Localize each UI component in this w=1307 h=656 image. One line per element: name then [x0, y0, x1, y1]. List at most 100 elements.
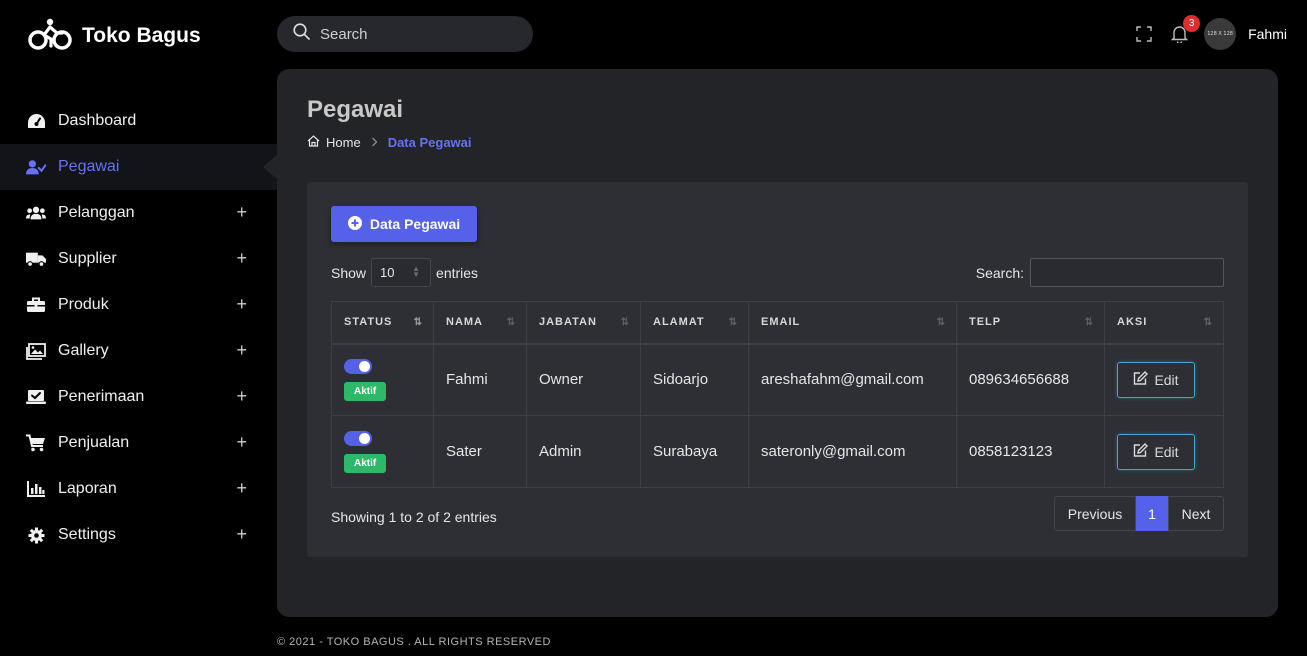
user-name[interactable]: Fahmi [1248, 26, 1287, 42]
sidebar-item-label: Settings [58, 526, 116, 543]
user-check-icon [26, 157, 46, 177]
gear-icon [26, 525, 46, 545]
fullscreen-icon[interactable] [1133, 23, 1155, 45]
sidebar-item-gallery[interactable]: Gallery + [0, 328, 277, 374]
alamat-cell: Sidoarjo [640, 343, 749, 416]
column-header-email[interactable]: EMAIL ⇅ [748, 301, 957, 345]
briefcase-icon [26, 295, 46, 315]
sidebar-item-supplier[interactable]: Supplier + [0, 236, 277, 282]
edit-button[interactable]: Edit [1117, 433, 1195, 470]
sort-icon: ⇅ [936, 317, 946, 328]
expand-icon[interactable]: + [236, 386, 247, 406]
brand[interactable]: Toko Bagus [28, 16, 201, 56]
sort-icon: ⇅ [506, 317, 516, 328]
edit-button-label: Edit [1154, 443, 1179, 460]
sidebar-item-label: Supplier [58, 250, 117, 267]
column-header-nama[interactable]: NAMA ⇅ [433, 301, 527, 345]
previous-button[interactable]: Previous [1054, 496, 1136, 531]
add-pegawai-button[interactable]: Data Pegawai [331, 206, 477, 242]
telp-cell: 089634656688 [956, 343, 1105, 416]
search-icon [293, 23, 310, 45]
chevron-right-icon [371, 136, 378, 150]
search-bar[interactable] [277, 16, 533, 52]
sidebar-item-settings[interactable]: Settings + [0, 512, 277, 558]
table-search-label: Search: [975, 264, 1024, 281]
expand-icon[interactable]: + [236, 478, 247, 498]
expand-icon[interactable]: + [236, 202, 247, 222]
jabatan-cell: Owner [526, 343, 641, 416]
edit-icon [1133, 443, 1149, 460]
sidebar-item-dashboard[interactable]: Dashboard [0, 98, 277, 144]
column-header-telp[interactable]: TELP ⇅ [956, 301, 1105, 345]
laptop-check-icon [26, 387, 46, 407]
status-badge: Aktif [344, 453, 387, 473]
status-toggle[interactable] [344, 430, 372, 446]
page-length-select[interactable]: 10 ▲ ▼ [371, 258, 432, 287]
add-button-label: Data Pegawai [369, 216, 461, 232]
sidebar-item-label: Dashboard [58, 112, 137, 129]
sidebar-item-label: Penerimaan [58, 388, 145, 405]
sidebar-item-penerimaan[interactable]: Penerimaan + [0, 374, 277, 420]
table-search: Search: [976, 258, 1224, 287]
speedometer-icon [26, 111, 46, 131]
telp-cell: 0858123123 [956, 415, 1105, 488]
pagination: Previous 1 Next [1054, 496, 1224, 531]
edit-button-label: Edit [1154, 371, 1179, 388]
sidebar-item-produk[interactable]: Produk + [0, 282, 277, 328]
expand-icon[interactable]: + [236, 340, 247, 360]
table-search-input[interactable] [1030, 258, 1224, 287]
sort-icon: ⇅ [620, 317, 630, 328]
aksi-cell: Edit [1104, 415, 1224, 488]
pegawai-table: STATUS ⇅ NAMA ⇅ JABATAN ⇅ ALAMAT ⇅ EMAIL ⇅ TE… [331, 301, 1224, 488]
expand-icon[interactable]: + [236, 248, 247, 268]
sidebar-item-pelanggan[interactable]: Pelanggan + [0, 190, 277, 236]
users-icon [26, 203, 46, 223]
show-label: Show [331, 264, 367, 281]
sidebar-item-penjualan[interactable]: Penjualan + [0, 420, 277, 466]
edit-button[interactable]: Edit [1117, 361, 1195, 398]
sidebar-item-label: Penjualan [58, 434, 130, 451]
page-title: Pegawai [307, 96, 404, 123]
expand-icon[interactable]: + [236, 524, 247, 544]
table-row: Aktif Sater Admin Surabaya sateronly@gma… [331, 415, 1224, 488]
email-cell: areshafahm@gmail.com [748, 343, 957, 416]
table-info: Showing 1 to 2 of 2 entries [331, 509, 497, 525]
next-button[interactable]: Next [1168, 496, 1224, 531]
sort-icon: ⇅ [728, 317, 738, 328]
sort-icon: ⇅ [413, 317, 423, 328]
sidebar-item-pegawai[interactable]: Pegawai [0, 144, 277, 190]
images-icon [26, 341, 46, 361]
column-header-status[interactable]: STATUS ⇅ [331, 301, 434, 345]
entries-label: entries [436, 264, 479, 281]
expand-icon[interactable]: + [236, 432, 247, 452]
breadcrumb-home[interactable]: Home [326, 135, 361, 150]
status-badge: Aktif [344, 381, 387, 401]
brand-name: Toko Bagus [82, 24, 201, 47]
status-toggle[interactable] [344, 358, 372, 374]
bar-chart-icon [26, 479, 46, 499]
sort-icon: ⇅ [1084, 317, 1094, 328]
sidebar: Dashboard Pegawai Pelanggan + Supplier +… [0, 98, 277, 558]
cart-icon [26, 433, 46, 453]
bicycle-icon [28, 17, 72, 56]
sidebar-item-laporan[interactable]: Laporan + [0, 466, 277, 512]
sidebar-item-label: Pegawai [58, 158, 120, 175]
breadcrumb-current: Data Pegawai [387, 135, 472, 150]
edit-icon [1133, 371, 1149, 388]
main-panel: Pegawai Home Data Pegawai Data Pegawai S… [277, 69, 1278, 617]
alamat-cell: Surabaya [640, 415, 749, 488]
status-cell: Aktif [331, 343, 434, 416]
avatar[interactable]: 128 X 128 [1204, 18, 1237, 50]
column-header-alamat[interactable]: ALAMAT ⇅ [640, 301, 749, 345]
sidebar-item-label: Gallery [58, 342, 109, 359]
column-header-aksi[interactable]: AKSI ⇅ [1104, 301, 1224, 345]
column-header-jabatan[interactable]: JABATAN ⇅ [526, 301, 641, 345]
page-button-1[interactable]: 1 [1136, 496, 1168, 531]
sort-icon: ⇅ [1203, 317, 1213, 328]
truck-icon [26, 249, 46, 269]
search-input[interactable] [320, 25, 510, 43]
data-card: Data Pegawai Show 10 ▲ ▼ entries Search: … [307, 182, 1248, 557]
expand-icon[interactable]: + [236, 294, 247, 314]
notification-badge: 3 [1183, 15, 1201, 32]
bell-icon[interactable]: 3 [1168, 15, 1201, 45]
